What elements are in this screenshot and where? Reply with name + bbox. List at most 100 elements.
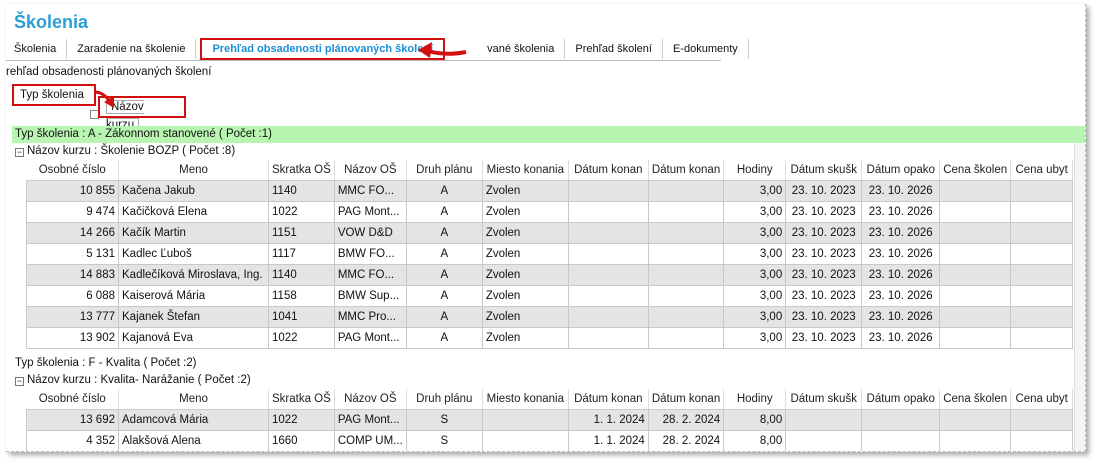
tab-skolenia[interactable]: Školenia (6, 39, 68, 59)
table-cell[interactable] (1010, 221, 1074, 244)
column-header[interactable]: Názov OŠ (334, 160, 407, 181)
group-row-nazov-kurzu[interactable]: − Názov kurzu : Školenie BOZP ( Počet :8) (12, 143, 1085, 160)
table-cell[interactable] (939, 242, 1012, 265)
column-header[interactable]: Dátum konan (568, 160, 649, 181)
table-cell[interactable] (785, 408, 863, 431)
table-row[interactable]: 13 777 Kajanek Štefan 1041 MMC Pro... A Zvole… (26, 305, 1074, 328)
column-header[interactable]: Skratka OŠ (268, 160, 335, 181)
column-header[interactable]: Dátum opako (861, 389, 941, 410)
table-row[interactable]: 14 883 Kadlečíková Miroslava, Ing. 1140 MMC… (26, 263, 1074, 286)
table-cell[interactable] (647, 263, 725, 286)
table-cell[interactable] (939, 305, 1012, 328)
table-cell[interactable] (567, 179, 649, 202)
group-row-typ-skolenia[interactable]: Typ školenia : F - Kvalita ( Počet :2) (12, 355, 1085, 372)
table-cell[interactable]: S (405, 408, 483, 431)
table-cell[interactable]: 8,00 (723, 408, 787, 431)
column-header[interactable]: Meno (118, 389, 269, 410)
table-cell[interactable] (1010, 429, 1074, 451)
table-cell[interactable]: Kačena Jakub (118, 179, 269, 202)
table-cell[interactable]: 28. 2. 2024 (647, 408, 725, 431)
table-row[interactable]: 5 131 Kadlec Ľuboš 1117 BMW FO... A Zvolen 3,0… (26, 242, 1074, 265)
table-row[interactable]: 6 088 Kaiserová Mária 1158 BMW Sup... A Zvole… (26, 284, 1074, 307)
table-cell[interactable] (939, 284, 1012, 307)
column-header[interactable]: Cena ubyt (1010, 389, 1074, 410)
table-cell[interactable] (939, 179, 1012, 202)
table-cell[interactable]: 1022 (268, 326, 335, 349)
table-cell[interactable]: 3,00 (723, 200, 787, 223)
table-cell[interactable] (1010, 284, 1074, 307)
table-cell[interactable]: 10 855 (26, 179, 119, 202)
table-cell[interactable] (647, 221, 725, 244)
table-cell[interactable] (567, 326, 649, 349)
table-cell[interactable]: 23. 10. 2023 (785, 263, 863, 286)
column-header[interactable]: Dátum opako (861, 160, 941, 181)
table-cell[interactable]: 1151 (268, 221, 335, 244)
table-cell[interactable]: 1. 1. 2024 (567, 429, 649, 451)
table-cell[interactable]: Kadlečíková Miroslava, Ing. (118, 263, 269, 286)
table-row[interactable]: 10 855 Kačena Jakub 1140 MMC FO... A Zvolen 3,… (26, 179, 1074, 202)
table-cell[interactable]: A (405, 284, 483, 307)
table-cell[interactable]: 13 902 (26, 326, 119, 349)
table-cell[interactable]: 23. 10. 2026 (861, 242, 941, 265)
group-chip-typ-skolenia[interactable]: Typ školenia (12, 84, 96, 106)
table-cell[interactable]: 3,00 (723, 263, 787, 286)
column-header[interactable]: Miesto konania (482, 389, 569, 410)
table-cell[interactable]: Kajanek Štefan (118, 305, 269, 328)
table-cell[interactable]: Zvolen (481, 179, 569, 202)
table-cell[interactable] (939, 408, 1012, 431)
table-cell[interactable] (939, 429, 1012, 451)
column-header[interactable]: Skratka OŠ (268, 389, 335, 410)
column-header[interactable]: Dátum konan (568, 389, 649, 410)
table-cell[interactable] (567, 284, 649, 307)
table-cell[interactable]: 14 266 (26, 221, 119, 244)
table-cell[interactable] (1010, 179, 1074, 202)
table-cell[interactable] (567, 242, 649, 265)
table-cell[interactable]: Zvolen (481, 221, 569, 244)
table-cell[interactable]: 3,00 (723, 305, 787, 328)
table-cell[interactable]: 13 692 (26, 408, 119, 431)
table-cell[interactable] (567, 200, 649, 223)
table-cell[interactable] (861, 408, 941, 431)
table-cell[interactable]: 1140 (268, 179, 335, 202)
column-header[interactable]: Hodiny (723, 389, 787, 410)
table-cell[interactable]: A (405, 305, 483, 328)
table-cell[interactable] (1010, 200, 1074, 223)
table-cell[interactable]: 1022 (268, 200, 335, 223)
table-cell[interactable]: A (405, 242, 483, 265)
column-header[interactable]: Cena ubyt (1010, 160, 1074, 181)
table-cell[interactable]: Zvolen (481, 326, 569, 349)
table-row[interactable]: 4 352 Alakšová Alena 1660 COMP UM... S 1. 1. … (26, 429, 1074, 451)
table-cell[interactable]: 28. 2. 2024 (647, 429, 725, 451)
table-cell[interactable]: Kačík Martin (118, 221, 269, 244)
table-cell[interactable]: 23. 10. 2023 (785, 305, 863, 328)
table-cell[interactable] (647, 284, 725, 307)
column-header[interactable]: Cena školen (939, 389, 1012, 410)
table-cell[interactable]: 23. 10. 2026 (861, 221, 941, 244)
table-cell[interactable] (939, 200, 1012, 223)
table-cell[interactable]: 1041 (268, 305, 335, 328)
table-cell[interactable]: 23. 10. 2023 (785, 326, 863, 349)
table-cell[interactable] (1010, 263, 1074, 286)
table-cell[interactable]: 23. 10. 2026 (861, 326, 941, 349)
collapse-toggle-icon[interactable]: − (15, 148, 24, 157)
collapse-toggle-icon[interactable]: − (15, 377, 24, 386)
table-cell[interactable]: 23. 10. 2026 (861, 305, 941, 328)
table-cell[interactable]: Zvolen (481, 263, 569, 286)
table-cell[interactable] (647, 242, 725, 265)
table-cell[interactable]: 3,00 (723, 179, 787, 202)
vertical-scrollbar[interactable] (1074, 144, 1085, 451)
table-cell[interactable]: COMP UM... (333, 429, 407, 451)
table-cell[interactable] (647, 200, 725, 223)
table-cell[interactable] (647, 305, 725, 328)
table-cell[interactable] (481, 429, 569, 451)
table-cell[interactable]: VOW D&D (333, 221, 407, 244)
table-cell[interactable]: 1140 (268, 263, 335, 286)
column-header[interactable]: Hodiny (723, 160, 787, 181)
table-cell[interactable] (481, 408, 569, 431)
table-cell[interactable]: A (405, 326, 483, 349)
table-cell[interactable]: MMC FO... (333, 179, 407, 202)
table-cell[interactable]: Kaiserová Mária (118, 284, 269, 307)
table-cell[interactable]: Adamcová Mária (118, 408, 269, 431)
table-cell[interactable] (1010, 408, 1074, 431)
table-cell[interactable]: BMW Sup... (333, 284, 407, 307)
